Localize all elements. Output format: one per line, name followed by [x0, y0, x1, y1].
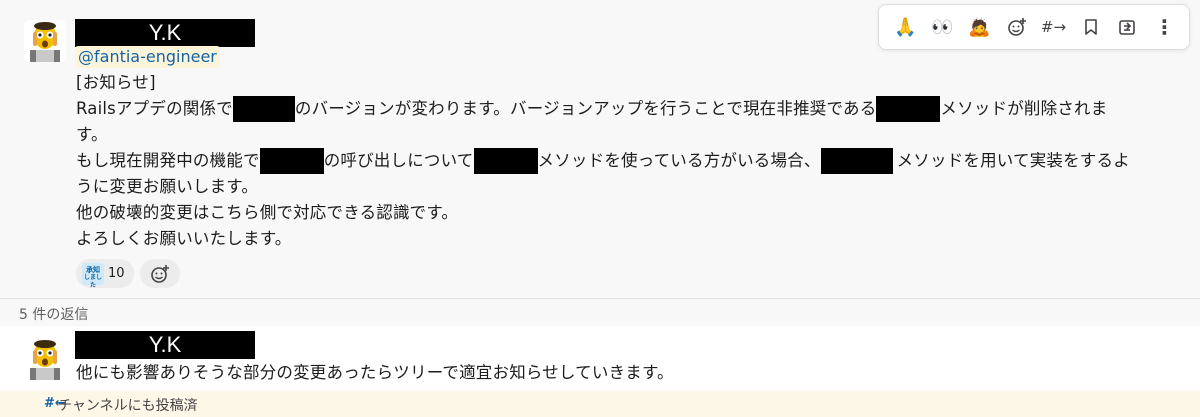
add-reaction-toolbar-button[interactable] — [998, 9, 1035, 45]
forward-button[interactable]: #→ — [1035, 9, 1072, 45]
message-line: Railsアプデの関係で のバージョンが変わります。バージョンアップを行うことで現… — [76, 96, 1186, 122]
reaction-count: 10 — [108, 266, 125, 281]
user-group-mention[interactable]: @fantia-engineer — [75, 46, 220, 68]
react-eyes-button[interactable]: 👀 — [924, 9, 961, 45]
redacted-block — [232, 96, 295, 122]
bookmark-icon — [1084, 19, 1097, 35]
share-button[interactable] — [1109, 9, 1146, 45]
forward-icon: #→ — [1040, 18, 1067, 36]
message-line: よろしくお願いいたします。 — [76, 229, 292, 248]
message-line: [お知らせ] — [76, 73, 156, 92]
add-reaction-icon — [150, 264, 169, 283]
text-segment: の呼び出しについて — [323, 151, 474, 170]
message-line: うに変更お願いします。 — [76, 177, 259, 196]
replies-count-label: 5 件の返信 — [19, 307, 89, 323]
redacted-block — [473, 148, 538, 174]
text-segment: もし現在開発中の機能で — [76, 151, 260, 170]
add-reaction-icon — [1007, 18, 1026, 36]
message-body: [お知らせ] Railsアプデの関係で のバージョンが変わります。バージョンアップ… — [76, 70, 1186, 252]
bowing-emoji-icon: 🙇 — [968, 16, 991, 38]
redacted-block — [876, 96, 941, 122]
text-segment: Railsアプデの関係で — [76, 99, 233, 118]
folded-hands-emoji-icon: 🙏 — [894, 16, 917, 38]
reply-author-avatar[interactable] — [24, 338, 66, 380]
reactions-bar: 承知 しました 10 — [76, 259, 180, 289]
add-reaction-button[interactable] — [139, 259, 180, 288]
text-segment: メソッドを使っている方がいる場合、 — [537, 151, 821, 170]
text-segment: メソッドが削除されま — [940, 99, 1108, 118]
emoji-text: しました — [83, 273, 102, 289]
eyes-emoji-icon: 👀 — [931, 16, 954, 38]
more-icon: ⋮ — [1154, 15, 1175, 39]
reply-author-name[interactable]: Y.K — [75, 331, 255, 359]
message-line: 他の破壊的変更はこちら側で対応できる認識です。 — [76, 203, 459, 222]
message-line: もし現在開発中の機能で の呼び出しについて メソッドを使っている方がいる場合、 メソッ… — [76, 148, 1186, 174]
react-folded-hands-button[interactable]: 🙏 — [887, 9, 924, 45]
more-actions-button[interactable]: ⋮ — [1146, 9, 1183, 45]
text-segment: メソッドを用いて実装をするよ — [896, 151, 1130, 170]
reply-text: 他にも影響ありそうな部分の変更あったらツリーで適宜お知らせしていきます。 — [76, 363, 674, 382]
message-line: す。 — [76, 125, 108, 144]
redacted-block — [820, 148, 893, 174]
author-avatar[interactable] — [24, 20, 66, 62]
author-name[interactable]: Y.K — [75, 19, 255, 47]
share-icon — [1118, 20, 1135, 35]
redacted-block — [259, 148, 324, 174]
message-actions-toolbar: 🙏 👀 🙇 #→ ⋮ — [878, 4, 1190, 50]
also-sent-to-channel-label[interactable]: チャンネルにも投稿済 — [58, 395, 198, 415]
bookmark-button[interactable] — [1072, 9, 1109, 45]
reaction-acknowledged[interactable]: 承知 しました 10 — [76, 259, 134, 289]
react-bowing-button[interactable]: 🙇 — [961, 9, 998, 45]
acknowledged-emoji-icon: 承知 しました — [82, 262, 104, 289]
text-segment: のバージョンが変わります。バージョンアップを行うことで現在非推奨である — [294, 99, 877, 118]
emoji-text: 承知 — [86, 265, 100, 274]
thread-divider — [0, 298, 1200, 299]
